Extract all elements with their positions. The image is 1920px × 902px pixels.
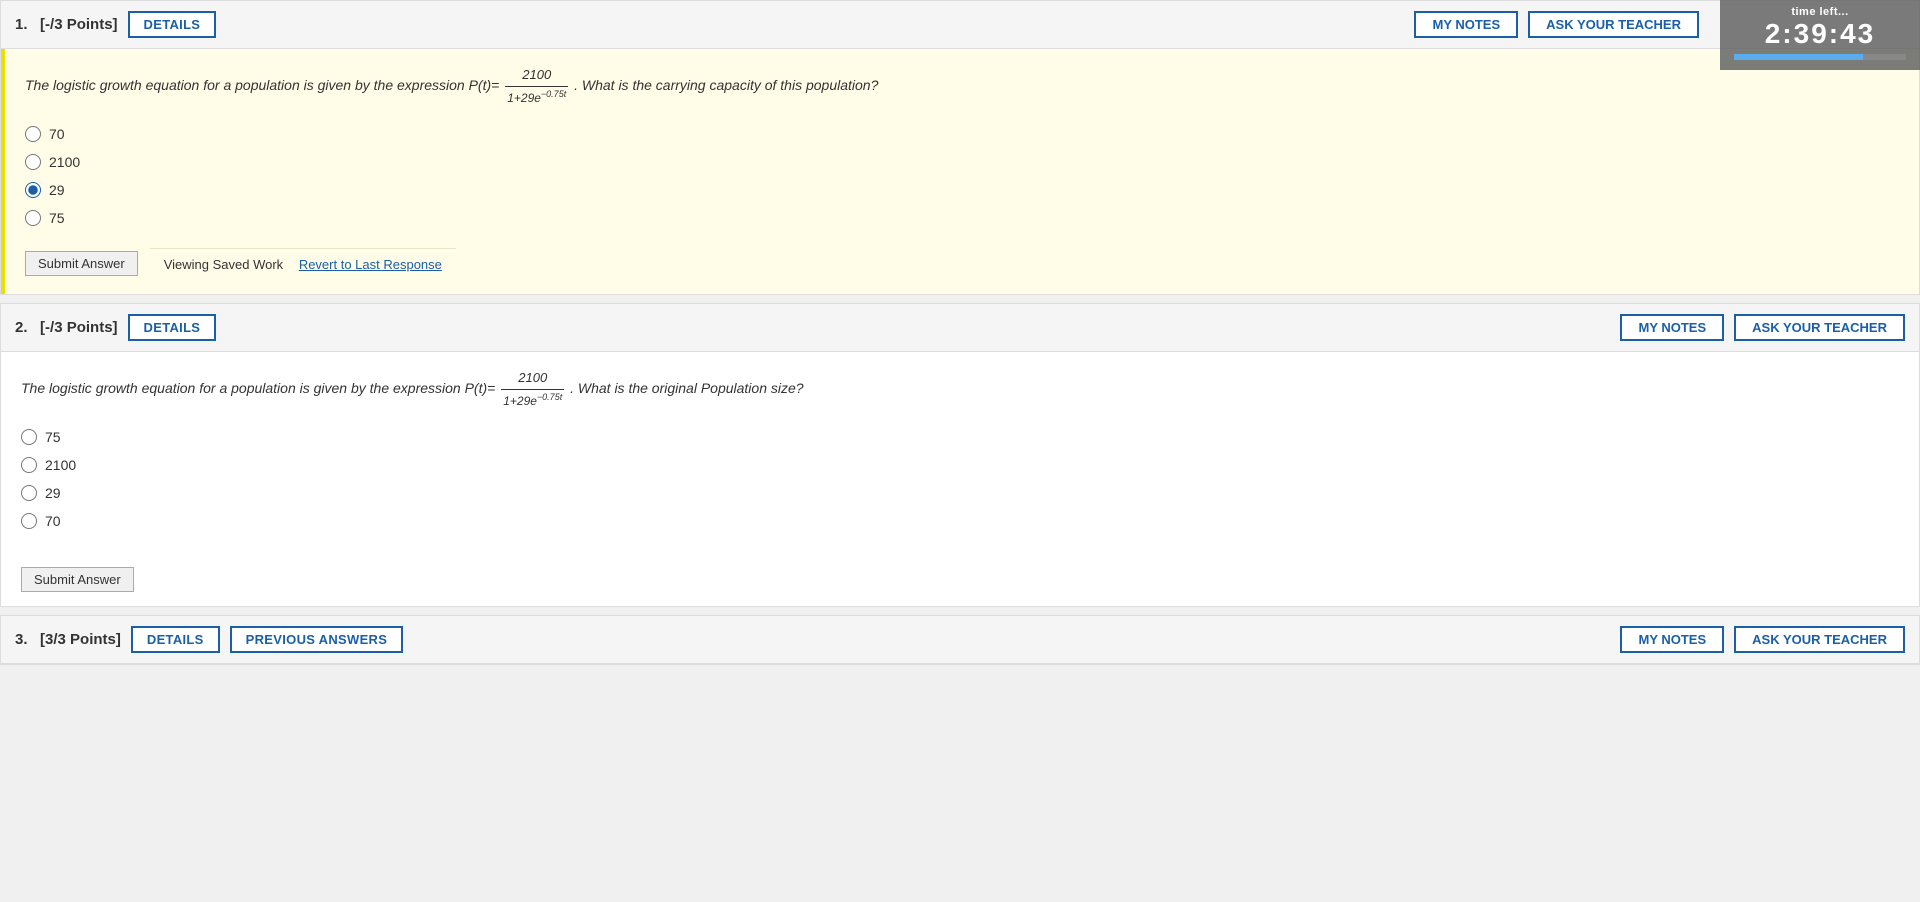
question-number-3: 3. [3/3 Points] bbox=[15, 631, 121, 648]
fraction-q1: 2100 1+29e−0.75t bbox=[505, 65, 568, 108]
question-body-2: The logistic growth equation for a popul… bbox=[1, 352, 1919, 557]
question-number-1: 1. [-/3 Points] bbox=[15, 16, 118, 33]
revert-link-1[interactable]: Revert to Last Response bbox=[299, 257, 442, 272]
details-button-1[interactable]: DETAILS bbox=[128, 11, 217, 38]
radio-q1-0[interactable] bbox=[25, 126, 41, 142]
details-button-2[interactable]: DETAILS bbox=[128, 314, 217, 341]
ask-teacher-button-3[interactable]: ASK YOUR TEACHER bbox=[1734, 626, 1905, 653]
option-2-1: 2100 bbox=[21, 457, 1899, 473]
ask-teacher-button-2[interactable]: ASK YOUR TEACHER bbox=[1734, 314, 1905, 341]
radio-q1-1[interactable] bbox=[25, 154, 41, 170]
details-button-3[interactable]: DETAILS bbox=[131, 626, 220, 653]
ask-teacher-button-1[interactable]: ASK YOUR TEACHER bbox=[1528, 11, 1699, 38]
radio-q2-2[interactable] bbox=[21, 485, 37, 501]
submit-row-2: Submit Answer bbox=[1, 557, 1919, 606]
question-text-2: The logistic growth equation for a popul… bbox=[21, 368, 1899, 411]
q1-inner: The logistic growth equation for a popul… bbox=[5, 49, 1919, 226]
submit-row-1: Submit Answer Viewing Saved Work Revert … bbox=[5, 238, 1919, 294]
question-block-3: 3. [3/3 Points] DETAILS PREVIOUS ANSWERS… bbox=[0, 615, 1920, 665]
option-label-q1-0: 70 bbox=[49, 126, 65, 142]
timer-label: time left... bbox=[1734, 6, 1906, 18]
prev-answers-button-3[interactable]: PREVIOUS ANSWERS bbox=[230, 626, 404, 653]
question-header-1: 1. [-/3 Points] DETAILS MY NOTES ASK YOU… bbox=[1, 1, 1919, 49]
option-1-1: 2100 bbox=[25, 154, 1899, 170]
fraction-q2: 2100 1+29e−0.75t bbox=[501, 368, 564, 411]
my-notes-button-1[interactable]: MY NOTES bbox=[1414, 11, 1518, 38]
submit-button-2[interactable]: Submit Answer bbox=[21, 567, 134, 592]
radio-q2-0[interactable] bbox=[21, 429, 37, 445]
option-1-2: 29 bbox=[25, 182, 1899, 198]
question-header-2: 2. [-/3 Points] DETAILS MY NOTES ASK YOU… bbox=[1, 304, 1919, 352]
radio-q1-3[interactable] bbox=[25, 210, 41, 226]
option-label-q2-3: 70 bbox=[45, 513, 61, 529]
option-1-0: 70 bbox=[25, 126, 1899, 142]
question-number-2: 2. [-/3 Points] bbox=[15, 319, 118, 336]
my-notes-button-2[interactable]: MY NOTES bbox=[1620, 314, 1724, 341]
question-block-2: 2. [-/3 Points] DETAILS MY NOTES ASK YOU… bbox=[0, 303, 1920, 607]
q1-highlighted-body: The logistic growth equation for a popul… bbox=[1, 49, 1919, 294]
option-label-q2-1: 2100 bbox=[45, 457, 76, 473]
option-label-q2-0: 75 bbox=[45, 429, 61, 445]
saved-work-text-1: Viewing Saved Work bbox=[164, 257, 283, 272]
option-1-3: 75 bbox=[25, 210, 1899, 226]
radio-q1-2[interactable] bbox=[25, 182, 41, 198]
question-text-1: The logistic growth equation for a popul… bbox=[25, 65, 1899, 108]
page-wrapper: time left... 2:39:43 1. [-/3 Points] DET… bbox=[0, 0, 1920, 902]
timer-bar bbox=[1734, 54, 1863, 60]
option-2-2: 29 bbox=[21, 485, 1899, 501]
option-label-q1-2: 29 bbox=[49, 182, 65, 198]
option-2-3: 70 bbox=[21, 513, 1899, 529]
question-block-1: 1. [-/3 Points] DETAILS MY NOTES ASK YOU… bbox=[0, 0, 1920, 295]
my-notes-button-3[interactable]: MY NOTES bbox=[1620, 626, 1724, 653]
saved-work-bar-1: Viewing Saved Work Revert to Last Respon… bbox=[150, 248, 456, 280]
timer-overlay: time left... 2:39:43 bbox=[1720, 0, 1920, 70]
timer-bar-container bbox=[1734, 54, 1906, 60]
timer-value: 2:39:43 bbox=[1734, 18, 1906, 50]
submit-button-1[interactable]: Submit Answer bbox=[25, 251, 138, 276]
radio-q2-1[interactable] bbox=[21, 457, 37, 473]
option-label-q2-2: 29 bbox=[45, 485, 61, 501]
option-2-0: 75 bbox=[21, 429, 1899, 445]
radio-q2-3[interactable] bbox=[21, 513, 37, 529]
question-header-3: 3. [3/3 Points] DETAILS PREVIOUS ANSWERS… bbox=[1, 616, 1919, 664]
option-label-q1-1: 2100 bbox=[49, 154, 80, 170]
option-label-q1-3: 75 bbox=[49, 210, 65, 226]
